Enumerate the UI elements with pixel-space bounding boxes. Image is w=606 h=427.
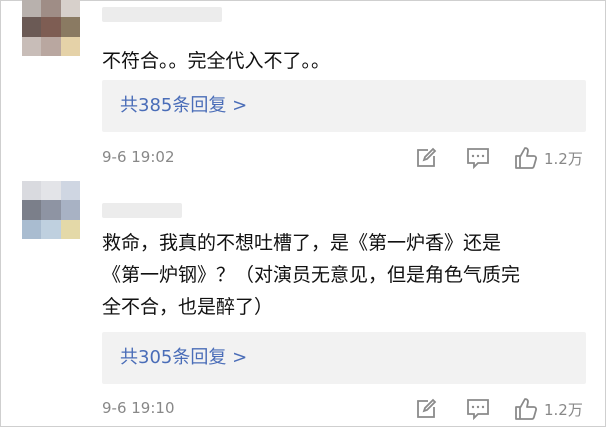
edit-icon xyxy=(417,147,437,167)
comment-text-line: 不符合。。完全代入不了。。 xyxy=(102,50,331,72)
avatar-mosaic-tile xyxy=(41,36,61,56)
avatar[interactable] xyxy=(22,181,80,239)
username-blurred[interactable] xyxy=(102,203,182,218)
comment-text: 不符合。。完全代入不了。。 xyxy=(102,45,592,77)
edit-icon xyxy=(417,398,437,418)
avatar-mosaic-tile xyxy=(22,181,42,201)
comment-meta: 9-6 19:10 1.2万 xyxy=(102,397,592,421)
comment-text-line: 全不合，也是醉了） xyxy=(102,296,274,318)
edit-button[interactable] xyxy=(415,146,437,170)
comment-time: 9-6 19:10 xyxy=(102,399,175,417)
like-button[interactable]: 1.2万 xyxy=(514,397,583,421)
edit-button[interactable] xyxy=(415,397,437,421)
like-count: 1.2万 xyxy=(544,400,583,419)
view-replies-link[interactable]: 共305条回复 > xyxy=(120,332,247,384)
username-blurred[interactable] xyxy=(102,7,222,22)
avatar-mosaic-tile xyxy=(60,181,80,201)
comment-button[interactable] xyxy=(466,397,490,421)
avatar-mosaic-tile xyxy=(60,36,80,56)
thumbs-up-icon xyxy=(515,398,538,420)
comment-text-line: 救命，我真的不想吐槽了，是《第一炉香》还是 xyxy=(102,232,502,254)
reply-box[interactable]: 共305条回复 > xyxy=(102,332,586,384)
comment-text: 救命，我真的不想吐槽了，是《第一炉香》还是 《第一炉钢》？（对演员无意见，但是角… xyxy=(102,227,592,323)
avatar-mosaic-tile xyxy=(22,0,42,18)
avatar-mosaic-tile xyxy=(60,0,80,18)
avatar-mosaic-tile xyxy=(22,200,42,220)
avatar-mosaic-tile xyxy=(60,17,80,37)
comment-button[interactable] xyxy=(466,146,490,170)
view-replies-link[interactable]: 共385条回复 > xyxy=(120,80,247,132)
avatar-mosaic-tile xyxy=(41,17,61,37)
comment-icon xyxy=(467,148,489,169)
avatar-mosaic-tile xyxy=(60,219,80,239)
comment-list: 不符合。。完全代入不了。。 共385条回复 > 9-6 19:02 1.2万 救… xyxy=(0,0,606,427)
avatar-mosaic-tile xyxy=(22,17,42,37)
avatar-mosaic-tile xyxy=(22,219,42,239)
avatar-mosaic-tile xyxy=(22,36,42,56)
avatar-mosaic-tile xyxy=(41,200,61,220)
reply-box[interactable]: 共385条回复 > xyxy=(102,80,586,132)
avatar[interactable] xyxy=(22,0,80,56)
avatar-mosaic-tile xyxy=(41,219,61,239)
avatar-mosaic-tile xyxy=(41,0,61,18)
comment-meta: 9-6 19:02 1.2万 xyxy=(102,146,592,170)
comment-text-line: 《第一炉钢》？（对演员无意见，但是角色气质完 xyxy=(102,264,521,286)
like-count: 1.2万 xyxy=(544,149,583,168)
thumbs-up-icon xyxy=(515,147,538,169)
comment-item: 不符合。。完全代入不了。。 共385条回复 > 9-6 19:02 1.2万 xyxy=(1,0,606,181)
comment-icon xyxy=(467,399,489,420)
comment-time: 9-6 19:02 xyxy=(102,148,175,166)
like-button[interactable]: 1.2万 xyxy=(514,146,583,170)
comment-item: 救命，我真的不想吐槽了，是《第一炉香》还是 《第一炉钢》？（对演员无意见，但是角… xyxy=(1,181,606,427)
avatar-mosaic-tile xyxy=(41,181,61,201)
avatar-mosaic-tile xyxy=(60,200,80,220)
